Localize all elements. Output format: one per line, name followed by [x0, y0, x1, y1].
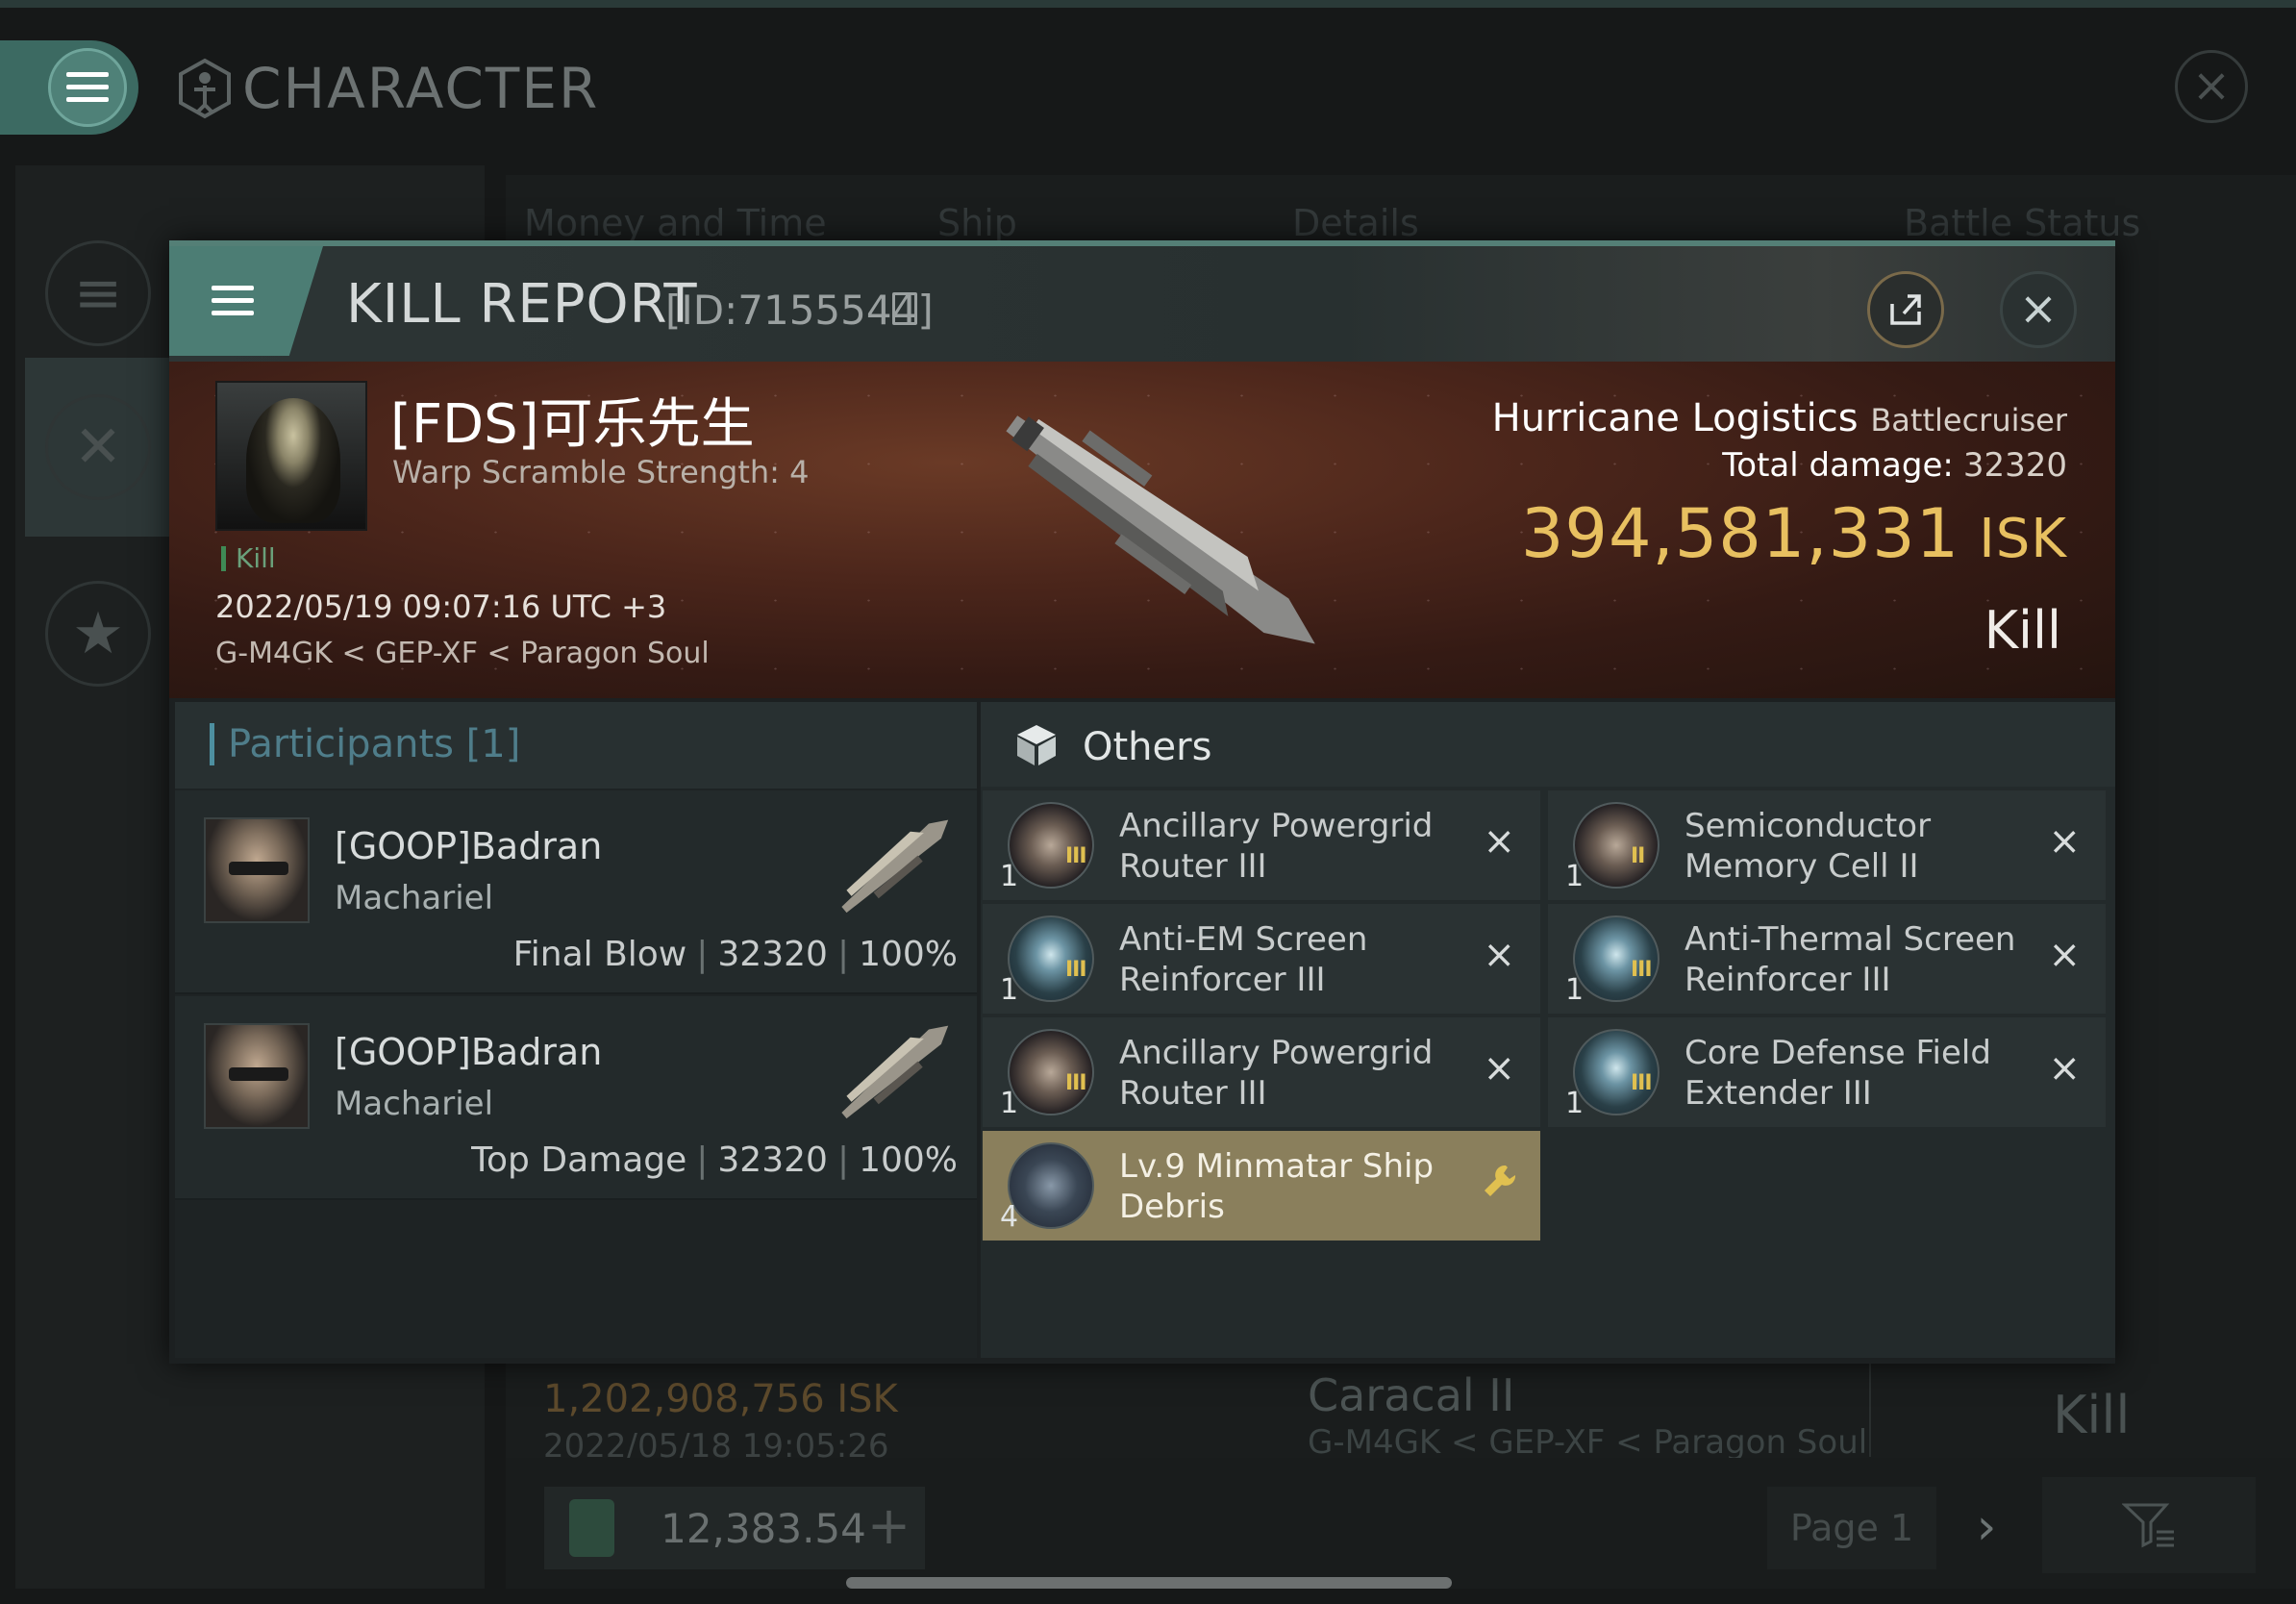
ship-debris-icon — [1008, 1142, 1094, 1229]
item-quantity: 1 — [1000, 973, 1019, 1007]
row-isk-value: 1,202,908,756 ISK — [543, 1377, 898, 1421]
export-icon — [1890, 294, 1921, 325]
kill-datetime: 2022/05/19 09:07:16 UTC +3 — [215, 589, 667, 625]
participant-ship: Machariel — [335, 879, 494, 917]
participant-portrait[interactable] — [204, 817, 310, 923]
battle-result: Kill — [1984, 600, 2061, 661]
participant-stats: Top Damage | 32320 | 100% — [471, 1140, 958, 1180]
victim-name[interactable]: [FDS]可乐先生 — [390, 381, 755, 459]
column-header-details[interactable]: Details — [1292, 202, 1419, 244]
participant-row[interactable]: [GOOP]Badran Machariel Final Blow | 32320 |… — [175, 790, 977, 994]
modal-header: KILL REPORT [ID:7155544] × — [169, 240, 2115, 362]
memory-cell-icon — [1573, 802, 1660, 889]
dropped-item[interactable]: III 1 Ancillary Powergrid Router III × — [983, 790, 1540, 900]
participant-ship-image — [841, 819, 949, 914]
kill-report-modal: KILL REPORT [ID:7155544] × [FDS]可乐先生 War… — [169, 240, 2115, 1364]
share-button[interactable] — [1867, 271, 1944, 348]
sidebar-tab-menu[interactable]: ≡ — [25, 204, 171, 383]
cube-icon — [1017, 725, 1056, 765]
row-divider — [1869, 1361, 1871, 1457]
row-status: Kill — [2053, 1385, 2131, 1445]
victim-ship-image — [1006, 415, 1315, 644]
participant-row[interactable]: [GOOP]Badran Machariel Top Damage | 32320 |… — [175, 996, 977, 1200]
top-strip — [0, 0, 2296, 8]
column-header-ship[interactable]: Ship — [937, 202, 1017, 244]
wallet-display: 12,383.54 + — [544, 1487, 925, 1569]
victim-banner: [FDS]可乐先生 Warp Scramble Strength: 4 Kill… — [169, 362, 2115, 698]
victim-ship-name[interactable]: Hurricane Logistics Battlecruiser — [1492, 396, 2067, 440]
ship-class: Battlecruiser — [1870, 402, 2067, 439]
column-header-status[interactable]: Battle Status — [1904, 202, 2140, 244]
close-window-button[interactable]: × — [2175, 50, 2248, 123]
dropped-item[interactable]: III 1 Core Defense Field Extender III × — [1548, 1017, 2106, 1127]
main-menu-button[interactable] — [0, 40, 138, 135]
dropped-item[interactable]: III 1 Anti-Thermal Screen Reinforcer III… — [1548, 904, 2106, 1014]
item-name: Semiconductor Memory Cell II — [1685, 807, 1932, 886]
item-name: Lv.9 Minmatar Ship Debris — [1119, 1147, 1435, 1226]
item-name: Core Defense Field Extender III — [1685, 1034, 1991, 1113]
filter-icon — [2122, 1503, 2174, 1548]
warp-scramble-strength: Warp Scramble Strength: 4 — [392, 454, 810, 490]
dropped-item[interactable]: III 1 Ancillary Powergrid Router III × — [983, 1017, 1540, 1127]
page-indicator: Page 1 — [1767, 1487, 1936, 1569]
next-page-button[interactable]: › — [1961, 1487, 2011, 1569]
character-icon — [179, 58, 231, 119]
modal-menu-button[interactable] — [169, 246, 323, 356]
participant-stats: Final Blow | 32320 | 100% — [512, 935, 958, 974]
item-quantity: 4 — [1000, 1200, 1019, 1234]
hamburger-icon — [48, 48, 127, 127]
close-modal-button[interactable]: × — [2000, 271, 2077, 348]
item-quantity: 1 — [1000, 1087, 1019, 1120]
participant-name: [GOOP]Badran — [335, 1031, 603, 1073]
destroyed-icon: × — [1483, 1046, 1515, 1090]
star-icon: ★ — [45, 581, 151, 687]
wallet-value: 12,383.54 — [661, 1504, 866, 1552]
total-damage: Total damage: 32320 — [1722, 446, 2067, 485]
participant-ship-image — [841, 1025, 949, 1119]
participant-ship: Machariel — [335, 1085, 494, 1123]
dropped-item[interactable]: II 1 Semiconductor Memory Cell II × — [1548, 790, 2106, 900]
modal-title: KILL REPORT — [346, 273, 698, 336]
item-name: Anti-Thermal Screen Reinforcer III — [1685, 920, 2016, 999]
isk-value: 394,581,331 ISK — [1520, 494, 2067, 573]
add-funds-button[interactable]: + — [866, 1499, 911, 1557]
item-quantity: 1 — [1000, 860, 1019, 893]
destroyed-icon: × — [2048, 1046, 2081, 1090]
destroyed-icon: × — [1483, 819, 1515, 864]
item-quantity: 1 — [1565, 1087, 1585, 1120]
destroyed-icon: × — [1483, 933, 1515, 977]
dropped-item[interactable]: III 1 Anti-EM Screen Reinforcer III × — [983, 904, 1540, 1014]
participants-panel: Participants [1] [GOOP]Badran Machariel … — [175, 702, 977, 1358]
item-name: Ancillary Powergrid Router III — [1119, 1034, 1434, 1113]
destroyed-icon: × — [2048, 933, 2081, 977]
item-quantity: 1 — [1565, 860, 1585, 893]
kill-tag: Kill — [221, 545, 276, 572]
column-header-money[interactable]: Money and Time — [524, 202, 827, 244]
others-header: Others — [981, 702, 2115, 787]
row-location: G-M4GK < GEP-XF < Paragon Soul — [1308, 1423, 1868, 1462]
window-title: CHARACTER — [173, 56, 599, 121]
list-icon: ≡ — [45, 240, 151, 346]
participant-name: [GOOP]Badran — [335, 825, 603, 867]
sidebar-tab-medals[interactable]: ★ — [25, 544, 171, 723]
filter-button[interactable] — [2042, 1477, 2256, 1573]
participant-portrait[interactable] — [204, 1023, 310, 1129]
participants-tab[interactable]: Participants [1] — [175, 702, 977, 789]
kill-location: G-M4GK < GEP-XF < Paragon Soul — [215, 637, 710, 670]
item-name: Ancillary Powergrid Router III — [1119, 807, 1434, 886]
item-name: Anti-EM Screen Reinforcer III — [1119, 920, 1368, 999]
victim-portrait[interactable] — [215, 381, 367, 531]
wrench-icon — [1481, 1162, 1519, 1210]
row-ship-name: Caracal II — [1308, 1369, 1515, 1421]
wallet-icon — [569, 1499, 615, 1557]
destroyed-icon: × — [2048, 819, 2081, 864]
others-panel: Others III 1 Ancillary Powergrid Router … — [981, 702, 2115, 1358]
hamburger-icon — [212, 286, 254, 316]
sidebar-tab-combat[interactable]: ✕ — [25, 358, 171, 537]
copy-icon[interactable] — [892, 292, 917, 325]
horizontal-scrollbar[interactable] — [846, 1577, 1452, 1589]
dropped-item-highlighted[interactable]: 4 Lv.9 Minmatar Ship Debris — [983, 1131, 1540, 1241]
crossed-swords-icon: ✕ — [45, 394, 151, 500]
item-quantity: 1 — [1565, 973, 1585, 1007]
